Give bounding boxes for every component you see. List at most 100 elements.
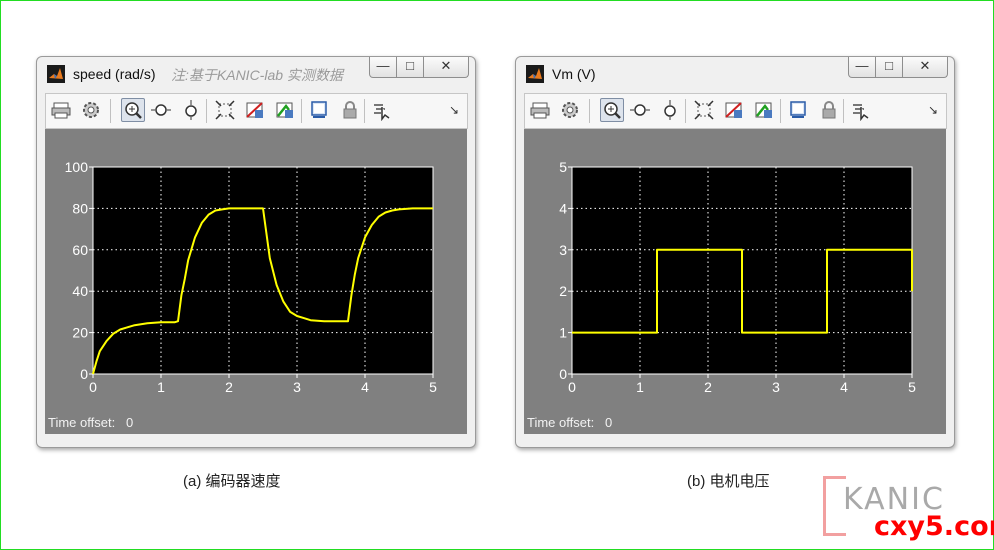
title-bar[interactable]: Vm (V) — □ ✕ (516, 57, 954, 93)
zoom-y-icon-glyph (185, 100, 197, 120)
parameters-icon-glyph (562, 102, 578, 118)
y-tick-label: 80 (72, 200, 88, 216)
y-tick-label: 2 (559, 283, 567, 299)
lock-axes-icon-glyph (822, 101, 836, 119)
scope-window-voltage[interactable]: Vm (V) — □ ✕ ↘ 0 1 2 3 4 5 0 1 2 3 4 5 Time offset:… (515, 56, 955, 448)
toolbar-separator (843, 99, 844, 123)
maximize-button[interactable]: □ (397, 57, 424, 78)
print-icon-glyph (51, 102, 71, 119)
close-button[interactable]: ✕ (424, 57, 469, 78)
zoom-y-icon-glyph (664, 100, 676, 120)
restore-axes-settings-icon[interactable] (274, 99, 296, 121)
maximize-icon: □ (406, 58, 414, 73)
time-offset-value: 0 (605, 415, 613, 430)
x-tick-label: 0 (568, 379, 576, 395)
minimize-button[interactable]: — (848, 57, 876, 78)
zoom-x-icon[interactable] (150, 99, 172, 121)
scope-toolbar: ↘ (524, 93, 947, 129)
x-tick-label: 4 (840, 379, 848, 395)
scope-figure: 0 1 2 3 4 5 0 1 2 3 4 5 Time offset: 0 (524, 129, 946, 434)
x-tick-label: 2 (225, 379, 233, 395)
zoom-in-icon[interactable] (600, 98, 624, 122)
zoom-y-icon[interactable] (659, 99, 681, 121)
speed-chart: 0 1 2 3 4 5 0 20 40 60 80 100 (65, 159, 437, 395)
title-bar[interactable]: speed (rad/s) 注:基于KANIC-lab 实测数据 — □ ✕ (37, 57, 475, 93)
signal-selection-icon[interactable] (371, 99, 393, 122)
toolbar-separator (301, 99, 302, 123)
restore-axes-settings-icon[interactable] (753, 99, 775, 121)
voltage-chart: 0 1 2 3 4 5 0 1 2 3 4 5 (559, 159, 916, 395)
print-icon[interactable] (529, 99, 551, 121)
minimize-icon: — (855, 58, 869, 73)
y-tick-label: 4 (559, 200, 567, 216)
minimize-button[interactable]: — (369, 57, 397, 78)
watermark-site: cxy5.com (874, 511, 994, 542)
caption-speed: (a) 编码器速度 (183, 473, 281, 490)
maximize-button[interactable]: □ (876, 57, 903, 78)
floating-scope-icon-glyph (790, 101, 806, 118)
save-axes-settings-icon[interactable] (723, 99, 745, 121)
matlab-logo-icon (526, 65, 544, 83)
title-annotation: 注:基于KANIC-lab 实测数据 (171, 67, 343, 83)
x-tick-label: 3 (772, 379, 780, 395)
dock-arrow-icon[interactable]: ↘ (928, 103, 938, 117)
zoom-x-icon[interactable] (629, 99, 651, 121)
parameters-icon-glyph (83, 102, 99, 118)
zoom-in-icon[interactable] (121, 98, 145, 122)
y-tick-label: 100 (65, 159, 89, 175)
toolbar-separator (589, 99, 590, 123)
x-tick-label: 4 (361, 379, 369, 395)
zoom-y-icon[interactable] (180, 99, 202, 121)
y-tick-label: 60 (72, 242, 88, 258)
signal-selection-icon-glyph (374, 104, 390, 122)
x-tick-label: 5 (429, 379, 437, 395)
parameters-icon[interactable] (559, 99, 581, 121)
zoom-x-icon-glyph (630, 104, 650, 116)
y-tick-label: 5 (559, 159, 567, 175)
window-controls: — □ ✕ (369, 57, 469, 79)
parameters-icon[interactable] (80, 99, 102, 121)
plot-background (93, 167, 433, 374)
time-offset-label: Time offset: (527, 415, 595, 430)
x-tick-label: 3 (293, 379, 301, 395)
lock-axes-icon-glyph (343, 101, 357, 119)
scope-window-speed[interactable]: speed (rad/s) 注:基于KANIC-lab 实测数据 — □ ✕ ↘… (36, 56, 476, 448)
x-tick-label: 0 (89, 379, 97, 395)
print-icon[interactable] (50, 99, 72, 121)
y-tick-label: 0 (80, 366, 88, 382)
toolbar-separator (110, 99, 111, 123)
autoscale-icon[interactable] (214, 99, 236, 121)
zoom-x-icon-glyph (151, 104, 171, 116)
save-axes-settings-icon-glyph (725, 102, 742, 118)
autoscale-icon-glyph (694, 100, 714, 120)
lock-axes-icon[interactable] (339, 99, 361, 121)
signal-selection-icon[interactable] (850, 99, 872, 122)
zoom-in-icon-glyph (125, 102, 142, 119)
floating-scope-icon[interactable] (308, 99, 330, 121)
scope-toolbar: ↘ (45, 93, 468, 129)
x-tick-label: 1 (636, 379, 644, 395)
lock-axes-icon[interactable] (818, 99, 840, 121)
y-tick-label: 40 (72, 283, 88, 299)
window-title: Vm (V) (552, 66, 596, 82)
toolbar-separator (685, 99, 686, 123)
window-controls: — □ ✕ (848, 57, 948, 79)
signal-selection-icon-glyph (853, 104, 869, 122)
zoom-in-icon-glyph (604, 102, 621, 119)
dock-arrow-icon[interactable]: ↘ (449, 103, 459, 117)
floating-scope-icon[interactable] (787, 99, 809, 121)
time-offset-value: 0 (126, 415, 134, 430)
save-axes-settings-icon[interactable] (244, 99, 266, 121)
y-tick-label: 0 (559, 366, 567, 382)
autoscale-icon[interactable] (693, 99, 715, 121)
print-icon-glyph (530, 102, 550, 119)
save-axes-settings-icon-glyph (246, 102, 263, 118)
close-icon: ✕ (440, 58, 452, 73)
y-tick-label: 3 (559, 242, 567, 258)
time-offset-label: Time offset: (48, 415, 116, 430)
x-tick-label: 5 (908, 379, 916, 395)
close-button[interactable]: ✕ (903, 57, 948, 78)
maximize-icon: □ (885, 58, 893, 73)
matlab-logo-icon (47, 65, 65, 83)
toolbar-separator (780, 99, 781, 123)
